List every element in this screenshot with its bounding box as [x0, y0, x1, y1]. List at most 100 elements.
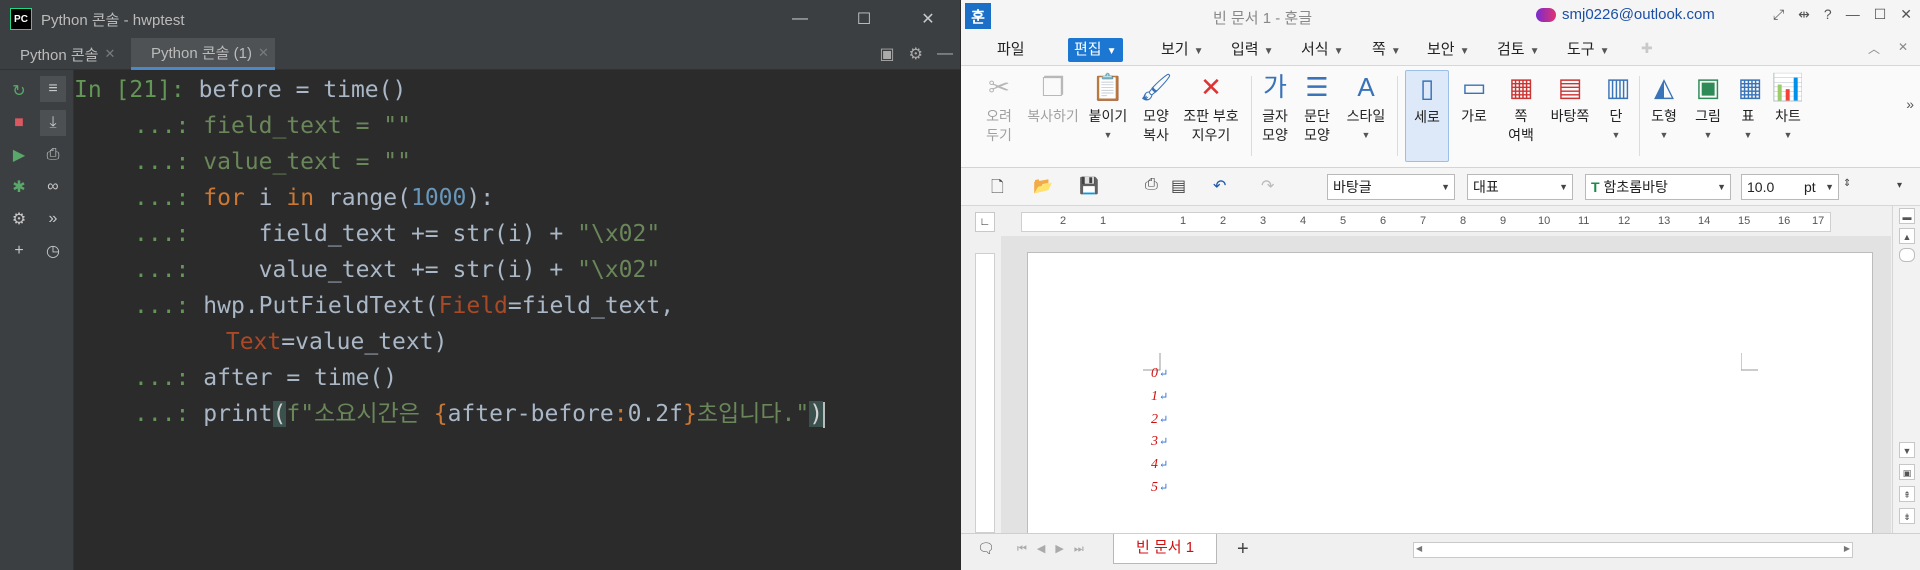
scissors-icon: ✂ [988, 72, 1010, 102]
style-button[interactable]: A 스타일 ▼ [1341, 70, 1391, 145]
font-size-combo[interactable]: 10.0 pt ▼ [1741, 174, 1839, 200]
gear-icon[interactable]: ⚙ [909, 44, 923, 64]
minimize-button[interactable]: — [1846, 6, 1860, 23]
hide-icon[interactable]: — [937, 45, 953, 63]
para-shape-button[interactable]: ☰ 문단 모양 [1299, 70, 1335, 145]
maximize-button[interactable]: ☐ [1874, 6, 1887, 23]
shape-button[interactable]: ◭ 도형 ▼ [1645, 70, 1683, 145]
menu-file[interactable]: 파일 [991, 38, 1031, 62]
show-variables-icon[interactable]: ∞ [40, 174, 66, 200]
run-icon[interactable]: ▶ [6, 142, 32, 168]
tab-type-selector[interactable]: ∟ [975, 212, 995, 232]
portrait-button[interactable]: ▯ 세로 [1405, 70, 1449, 162]
chart-button[interactable]: 📊 차트 ▼ [1769, 70, 1807, 145]
restore-layout-icon[interactable]: ▣ [880, 44, 895, 64]
scroll-thumb[interactable] [1899, 248, 1915, 262]
paste-button[interactable]: 📋 붙이기 ▼ [1085, 70, 1131, 145]
char-shape-button[interactable]: 가 글자 모양 [1257, 70, 1293, 145]
tab-python-console[interactable]: Python 콘솔 ✕ [0, 38, 121, 70]
table-button[interactable]: ▦ 표 ▼ [1733, 70, 1763, 145]
scroll-left-icon[interactable]: ◀ [1416, 544, 1422, 553]
menu-security[interactable]: 보안 ▼ [1421, 38, 1476, 62]
hangul-logo-icon[interactable]: 훈 [965, 3, 991, 29]
close-ribbon-icon[interactable]: ✕ [1898, 40, 1908, 54]
debug-icon[interactable]: ✱ [6, 174, 32, 200]
document-tab[interactable]: 빈 문서 1 [1113, 534, 1218, 564]
vertical-ruler[interactable] [975, 253, 995, 533]
view-toggle-icon[interactable]: ▣ [1899, 464, 1915, 480]
close-tab-icon[interactable]: ✕ [104, 46, 115, 62]
text-cursor [823, 401, 826, 428]
picture-button[interactable]: ▣ 그림 ▼ [1689, 70, 1727, 145]
landscape-button[interactable]: ▭ 가로 [1455, 70, 1493, 126]
new-console-icon[interactable]: + [6, 238, 32, 264]
command-queue-icon[interactable]: » [40, 206, 66, 232]
new-document-icon[interactable]: 🗋 [991, 176, 1004, 203]
horizontal-ruler[interactable]: 2 1 1 2 1 3 4 5 6 7 8 9 10 11 12 13 14 1… [1021, 212, 1831, 232]
minimize-button[interactable]: — [768, 0, 832, 38]
puzzle-icon[interactable]: ✚ [1641, 40, 1653, 57]
save-icon[interactable]: 💾 [1079, 176, 1099, 196]
add-tab-button[interactable]: + [1237, 538, 1249, 561]
console-editor[interactable]: In [21]: before = time() ...: field_text… [74, 70, 960, 570]
split-icon[interactable]: ⇹ [1798, 6, 1810, 23]
window-title: Python 콘솔 - hwptest [41, 11, 185, 29]
scroll-up-icon[interactable]: ▲ [1899, 228, 1915, 244]
menu-insert[interactable]: 입력 ▼ [1225, 38, 1280, 62]
prev-page-icon[interactable]: ⇞ [1899, 486, 1915, 502]
menu-page[interactable]: 쪽 ▼ [1366, 38, 1407, 62]
menu-view[interactable]: 보기 ▼ [1155, 38, 1210, 62]
stop-icon[interactable]: ■ [6, 110, 32, 136]
scroll-right-icon[interactable]: ▶ [1844, 544, 1850, 553]
rerun-icon[interactable]: ↻ [6, 78, 32, 104]
clear-marks-button[interactable]: ✕ 조판 부호 지우기 [1179, 70, 1243, 145]
document-line: 5↵ [1151, 480, 1169, 495]
font-combo[interactable]: T 함초롬바탕 ▼ [1585, 174, 1731, 200]
undo-icon[interactable]: ↶ [1213, 176, 1226, 196]
menu-tools[interactable]: 도구 ▼ [1561, 38, 1616, 62]
document-canvas[interactable]: 0↵ 1↵ 2↵ 3↵ 4↵ 5↵ [1001, 236, 1891, 533]
comment-icon[interactable]: 🗨 [977, 540, 995, 557]
close-button[interactable]: ✕ [1900, 6, 1912, 23]
next-page-icon[interactable]: ⇟ [1899, 508, 1915, 524]
toolbar-expand-icon[interactable]: ▾ [1897, 180, 1902, 191]
soft-wrap-icon[interactable]: ≡ [40, 76, 66, 102]
collapse-ribbon-icon[interactable]: ︿ [1868, 40, 1880, 57]
scroll-to-end-icon[interactable]: ⤓ [40, 110, 66, 136]
menu-review[interactable]: 검토 ▼ [1491, 38, 1546, 62]
fullscreen-icon[interactable]: ⤢ [1773, 6, 1784, 23]
settings-icon[interactable]: ⚙ [6, 206, 32, 232]
page-up-icon[interactable]: ▬ [1899, 208, 1915, 224]
style-combo[interactable]: 바탕글 ▼ [1327, 174, 1455, 200]
print-preview-icon[interactable]: ▤ [1171, 176, 1186, 196]
ribbon-expand-icon[interactable]: » [1906, 96, 1914, 112]
document-page[interactable]: 0↵ 1↵ 2↵ 3↵ 4↵ 5↵ [1027, 252, 1873, 533]
horizontal-scrollbar[interactable]: ◀ ▶ [1413, 542, 1853, 558]
maximize-button[interactable]: ☐ [832, 0, 896, 38]
redo-icon[interactable]: ↷ [1261, 176, 1274, 196]
close-tab-icon[interactable]: ✕ [258, 45, 269, 61]
pycharm-window: PC Python 콘솔 - hwptest — ☐ ✕ Python 콘솔 ✕… [0, 0, 960, 570]
size-spinner[interactable]: ⇕ [1843, 178, 1851, 189]
scroll-down-icon[interactable]: ▼ [1899, 442, 1915, 458]
tab-python-console-1[interactable]: Python 콘솔 (1) ✕ [131, 38, 275, 70]
copy-button[interactable]: ❐ 복사하기 [1025, 70, 1081, 126]
language-combo[interactable]: 대표 ▼ [1467, 174, 1573, 200]
console-tab-bar: Python 콘솔 ✕ Python 콘솔 (1) ✕ [0, 38, 960, 70]
menu-edit[interactable]: 편집 ▼ [1068, 38, 1123, 62]
print-icon[interactable]: ⎙ [1145, 176, 1158, 194]
close-button[interactable]: ✕ [896, 0, 960, 38]
format-copy-button[interactable]: 🖌 모양 복사 [1137, 70, 1175, 145]
background-page-button[interactable]: ▤ 바탕쪽 [1547, 70, 1593, 126]
open-folder-icon[interactable]: 📂 [1033, 176, 1053, 196]
vertical-scrollbar[interactable]: ▬ ▲ ▼ ▣ ⇞ ⇟ [1892, 206, 1920, 536]
user-account[interactable]: smj0226@outlook.com [1536, 6, 1715, 23]
tab-nav-icons[interactable]: ⏮◀▶⏭ [1017, 542, 1094, 556]
cut-button[interactable]: ✂ 오려 두기 [981, 70, 1017, 145]
columns-button[interactable]: ▥ 단 ▼ [1601, 70, 1631, 145]
page-margin-button[interactable]: ▦ 쪽 여백 [1501, 70, 1541, 145]
help-icon[interactable]: ? [1824, 6, 1832, 23]
history-icon[interactable]: ◷ [40, 238, 66, 264]
menu-format[interactable]: 서식 ▼ [1295, 38, 1350, 62]
print-icon[interactable]: ⎙ [40, 142, 66, 168]
